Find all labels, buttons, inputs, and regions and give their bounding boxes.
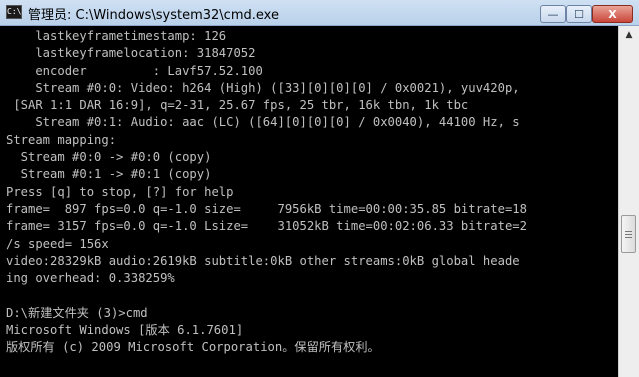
console-line: Stream #0:1 -> #0:1 (copy) [6, 167, 212, 182]
grip-line [625, 231, 632, 232]
maximize-icon: ☐ [574, 7, 584, 21]
minimize-icon: — [547, 7, 559, 21]
console-line: encoder : Lavf57.52.100 [6, 63, 263, 78]
console-line: Press [q] to stop, [?] for help [6, 184, 234, 199]
console-line: lastkeyframelocation: 31847052 [6, 46, 256, 61]
console-line: Stream #0:1: Audio: aac (LC) ([64][0][0]… [6, 115, 520, 130]
console-line: frame= 3157 fps=0.0 q=-1.0 Lsize= 31052k… [6, 219, 527, 234]
arrow-up-icon: ▲ [625, 30, 633, 40]
cmd-window: C:\ 管理员: C:\Windows\system32\cmd.exe — ☐… [0, 0, 639, 377]
grip-line [625, 234, 632, 235]
console-line: 版权所有 (c) 2009 Microsoft Corporation。保留所有… [6, 340, 380, 355]
vertical-scrollbar[interactable]: ▲ [618, 26, 639, 377]
maximize-button[interactable]: ☐ [566, 5, 592, 23]
grip-line [625, 237, 632, 238]
console-line: ing overhead: 0.338259% [6, 271, 175, 286]
scroll-thumb[interactable] [621, 215, 636, 253]
close-icon: X [608, 7, 617, 21]
console-line: lastkeyframetimestamp: 126 [6, 29, 227, 43]
cmd-app-icon[interactable]: C:\ [6, 5, 22, 19]
minimize-button[interactable]: — [540, 5, 566, 23]
console-line: D:\新建文件夹 (3)>cmd [6, 305, 148, 320]
close-button[interactable]: X [592, 5, 633, 23]
scroll-up-button[interactable]: ▲ [619, 26, 639, 44]
window-title: 管理员: C:\Windows\system32\cmd.exe [28, 8, 279, 23]
console-line: [SAR 1:1 DAR 16:9], q=2-31, 25.67 fps, 2… [6, 98, 469, 113]
console-line: /s speed= 156x [6, 236, 109, 251]
title-bar[interactable]: C:\ 管理员: C:\Windows\system32\cmd.exe — ☐… [0, 0, 639, 26]
console-line: Stream #0:0: Video: h264 (High) ([33][0]… [6, 80, 520, 95]
console-line: frame= 897 fps=0.0 q=-1.0 size= 7956kB t… [6, 201, 527, 216]
console-output[interactable]: lastkeyframetimestamp: 126 lastkeyframel… [0, 26, 618, 377]
console-line: Stream #0:0 -> #0:0 (copy) [6, 150, 212, 165]
console-line: Stream mapping: [6, 132, 117, 147]
console-line: Microsoft Windows [版本 6.1.7601] [6, 323, 244, 338]
console-line: video:28329kB audio:2619kB subtitle:0kB … [6, 253, 520, 268]
